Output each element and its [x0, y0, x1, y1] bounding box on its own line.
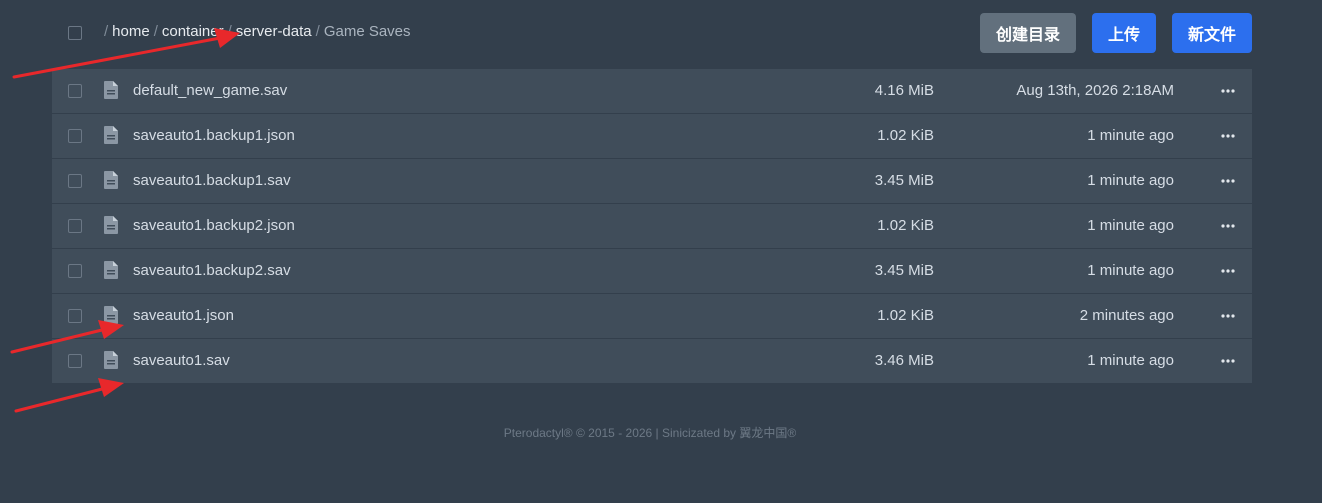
more-horizontal-icon[interactable]: [1220, 172, 1236, 190]
file-row[interactable]: saveauto1.backup2.json 1.02 KiB 1 minute…: [52, 204, 1252, 248]
file-select-checkbox[interactable]: [68, 309, 82, 323]
more-horizontal-icon[interactable]: [1220, 262, 1236, 280]
file-row[interactable]: saveauto1.backup1.json 1.02 KiB 1 minute…: [52, 114, 1252, 158]
file-modified-date: 1 minute ago: [1087, 262, 1174, 279]
breadcrumb: / home / container / server-data / Game Saves: [100, 23, 411, 40]
file-modified-date: 1 minute ago: [1087, 172, 1174, 189]
file-select-checkbox[interactable]: [68, 264, 82, 278]
upload-button[interactable]: 上传: [1092, 13, 1156, 53]
file-text-icon: [104, 351, 118, 369]
file-modified-date: 1 minute ago: [1087, 217, 1174, 234]
file-name[interactable]: saveauto1.backup1.sav: [133, 172, 291, 189]
file-row[interactable]: default_new_game.sav 4.16 MiB Aug 13th, …: [52, 69, 1252, 113]
file-size: 1.02 KiB: [877, 217, 934, 234]
file-size: 3.45 MiB: [874, 172, 934, 189]
footer-copyright: Pterodactyl® © 2015 - 2026 | Sinicizated…: [503, 426, 797, 440]
file-row[interactable]: saveauto1.backup1.sav 3.45 MiB 1 minute …: [52, 159, 1252, 203]
breadcrumb-separator: /: [153, 23, 158, 40]
file-select-checkbox[interactable]: [68, 354, 82, 368]
file-row[interactable]: saveauto1.sav 3.46 MiB 1 minute ago: [52, 339, 1252, 383]
more-horizontal-icon[interactable]: [1220, 307, 1236, 325]
file-text-icon: [104, 216, 118, 234]
breadcrumb-separator: /: [315, 23, 320, 40]
file-text-icon: [104, 306, 118, 324]
file-list: default_new_game.sav 4.16 MiB Aug 13th, …: [52, 69, 1252, 384]
file-select-checkbox[interactable]: [68, 174, 82, 188]
file-name[interactable]: default_new_game.sav: [133, 82, 287, 99]
breadcrumb-home[interactable]: home: [112, 23, 150, 40]
breadcrumb-separator: /: [227, 23, 232, 40]
file-modified-date: 1 minute ago: [1087, 127, 1174, 144]
file-row[interactable]: saveauto1.json 1.02 KiB 2 minutes ago: [52, 294, 1252, 338]
more-horizontal-icon[interactable]: [1220, 127, 1236, 145]
breadcrumb-current-folder: Game Saves: [323, 23, 411, 40]
file-text-icon: [104, 171, 118, 189]
more-horizontal-icon[interactable]: [1220, 352, 1236, 370]
file-name[interactable]: saveauto1.json: [133, 307, 234, 324]
file-size: 4.16 MiB: [874, 82, 934, 99]
file-size: 1.02 KiB: [877, 307, 934, 324]
create-directory-button[interactable]: 创建目录: [980, 13, 1076, 53]
more-horizontal-icon[interactable]: [1220, 217, 1236, 235]
file-size: 1.02 KiB: [877, 127, 934, 144]
file-name[interactable]: saveauto1.backup2.sav: [133, 262, 291, 279]
breadcrumb-separator: /: [104, 23, 109, 40]
file-select-checkbox[interactable]: [68, 219, 82, 233]
file-select-checkbox[interactable]: [68, 84, 82, 98]
select-all-checkbox[interactable]: [68, 26, 82, 40]
file-manager-toolbar: / home / container / server-data / Game Saves 创…: [0, 0, 1322, 66]
file-select-checkbox[interactable]: [68, 129, 82, 143]
file-size: 3.45 MiB: [874, 262, 934, 279]
file-size: 3.46 MiB: [874, 352, 934, 369]
file-modified-date: 2 minutes ago: [1079, 307, 1174, 324]
file-text-icon: [104, 261, 118, 279]
new-file-button[interactable]: 新文件: [1172, 13, 1252, 53]
file-text-icon: [104, 126, 118, 144]
more-horizontal-icon[interactable]: [1220, 82, 1236, 100]
file-text-icon: [104, 81, 118, 99]
file-modified-date: 1 minute ago: [1087, 352, 1174, 369]
file-modified-date: Aug 13th, 2026 2:18AM: [1016, 82, 1174, 99]
file-name[interactable]: saveauto1.backup1.json: [133, 127, 295, 144]
breadcrumb-container[interactable]: container: [162, 23, 224, 40]
file-name[interactable]: saveauto1.sav: [133, 352, 230, 369]
file-name[interactable]: saveauto1.backup2.json: [133, 217, 295, 234]
breadcrumb-server-data[interactable]: server-data: [236, 23, 312, 40]
file-row[interactable]: saveauto1.backup2.sav 3.45 MiB 1 minute …: [52, 249, 1252, 293]
